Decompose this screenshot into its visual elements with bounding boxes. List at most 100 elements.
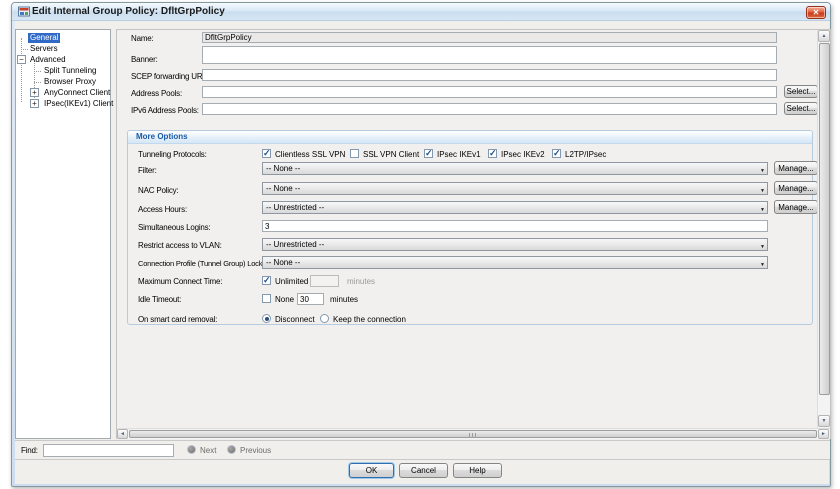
scroll-down-button[interactable]: ▼ xyxy=(818,415,830,427)
check-icon: ✓ xyxy=(553,148,561,158)
checkbox-ipsec-ikev2[interactable]: ✓ xyxy=(488,148,497,158)
find-previous-button[interactable]: Previous xyxy=(240,446,271,455)
previous-icon[interactable] xyxy=(227,445,236,454)
find-input[interactable] xyxy=(43,444,174,457)
banner-field[interactable] xyxy=(202,46,777,64)
tree-item-advanced[interactable]: Advanced xyxy=(28,55,68,65)
vertical-scroll-thumb[interactable] xyxy=(819,43,830,395)
idle-timeout-label: Idle Timeout: xyxy=(138,295,182,304)
tree-item-label: Advanced xyxy=(30,55,66,64)
tree-item-servers[interactable]: Servers xyxy=(28,44,60,54)
max-connect-time-field[interactable] xyxy=(310,275,339,287)
check-icon: ✓ xyxy=(263,148,271,158)
next-icon[interactable] xyxy=(187,445,196,454)
tree-item-label: Servers xyxy=(30,44,58,53)
checkbox-label: IPsec IKEv2 xyxy=(501,150,545,159)
expand-icon[interactable]: + xyxy=(30,88,39,97)
restrict-vlan-label: Restrict access to VLAN: xyxy=(138,241,222,250)
filter-dropdown[interactable]: -- None -- ▼ xyxy=(262,162,768,175)
simultaneous-logins-label: Simultaneous Logins: xyxy=(138,223,211,232)
scroll-up-icon: ▲ xyxy=(821,33,827,39)
access-hours-value: -- Unrestricted -- xyxy=(266,203,325,212)
nac-policy-dropdown[interactable]: -- None -- ▼ xyxy=(262,182,768,195)
access-hours-label: Access Hours: xyxy=(138,205,187,214)
horizontal-scrollbar[interactable]: ◄ ► xyxy=(117,428,830,439)
none-checkbox-label: None xyxy=(275,295,295,304)
scroll-down-icon: ▼ xyxy=(821,418,827,424)
help-button[interactable]: Help xyxy=(453,463,502,478)
tree-item-ipsec-ikev1-client[interactable]: IPsec(IKEv1) Client xyxy=(42,99,115,109)
settings-panel: Name: Banner: SCEP forwarding URL: Addre… xyxy=(116,29,831,439)
restrict-vlan-value: -- Unrestricted -- xyxy=(266,240,325,249)
horizontal-scroll-thumb[interactable] xyxy=(129,430,817,438)
find-label: Find: xyxy=(21,446,38,455)
tree-connector-line xyxy=(34,82,41,83)
radio-keep-connection[interactable] xyxy=(320,314,329,323)
checkbox-label: IPsec IKEv1 xyxy=(437,150,481,159)
tree-item-anyconnect-client[interactable]: AnyConnect Client xyxy=(42,88,112,98)
idle-timeout-field[interactable] xyxy=(297,293,324,305)
ok-button[interactable]: OK xyxy=(349,463,394,478)
tree-item-general[interactable]: General xyxy=(28,33,61,43)
radio-label: Disconnect xyxy=(275,315,315,324)
scep-url-field[interactable] xyxy=(202,69,777,81)
chevron-down-icon: ▼ xyxy=(760,244,765,250)
filter-value: -- None -- xyxy=(266,164,301,173)
tree-connector-line xyxy=(21,49,28,50)
radio-disconnect[interactable] xyxy=(262,314,271,323)
tree-item-label: AnyConnect Client xyxy=(44,88,111,97)
tree-item-split-tunneling[interactable]: Split Tunneling xyxy=(42,66,98,76)
ipv6-pools-field[interactable] xyxy=(202,103,777,115)
checkbox-clientless-ssl-vpn[interactable]: ✓ xyxy=(262,148,271,158)
access-hours-dropdown[interactable]: -- Unrestricted -- ▼ xyxy=(262,201,768,214)
dialog-body: General Servers − Advanced Split Tunneli… xyxy=(15,21,831,484)
tunnel-group-lock-value: -- None -- xyxy=(266,258,301,267)
unlimited-checkbox-label: Unlimited xyxy=(275,277,309,286)
smart-card-removal-label: On smart card removal: xyxy=(138,315,218,324)
title-bar: Edit Internal Group Policy: DfltGrpPolic… xyxy=(12,3,830,21)
check-icon: ✓ xyxy=(263,275,271,285)
checkbox-l2tp-ipsec[interactable]: ✓ xyxy=(552,148,561,158)
collapse-icon[interactable]: − xyxy=(17,55,26,64)
max-connect-time-label: Maximum Connect Time: xyxy=(138,277,223,286)
tunnel-group-lock-label: Connection Profile (Tunnel Group) Lock: xyxy=(138,259,265,268)
tree-item-label: IPsec(IKEv1) Client xyxy=(44,99,114,108)
access-hours-manage-button[interactable]: Manage... xyxy=(774,200,818,214)
expand-icon[interactable]: + xyxy=(30,99,39,108)
address-pools-select-button[interactable]: Select... xyxy=(784,85,818,98)
checkbox-ipsec-ikev1[interactable]: ✓ xyxy=(424,148,433,158)
tree-item-browser-proxy[interactable]: Browser Proxy xyxy=(42,77,98,87)
check-icon: ✓ xyxy=(489,148,497,158)
chevron-down-icon: ▼ xyxy=(760,188,765,194)
scroll-right-icon: ► xyxy=(821,431,826,437)
name-field[interactable] xyxy=(202,32,777,43)
more-options-title: More Options xyxy=(136,132,188,141)
tunnel-group-lock-dropdown[interactable]: -- None -- ▼ xyxy=(262,256,768,269)
checkbox-label: L2TP/IPsec xyxy=(565,150,607,159)
scroll-up-button[interactable]: ▲ xyxy=(818,30,830,42)
tunneling-protocols-label: Tunneling Protocols: xyxy=(138,150,207,159)
scroll-right-button[interactable]: ► xyxy=(818,429,829,439)
nac-policy-manage-button[interactable]: Manage... xyxy=(774,181,818,195)
more-options-header[interactable]: More Options xyxy=(128,131,812,144)
cancel-button[interactable]: Cancel xyxy=(399,463,448,478)
checkbox-none[interactable] xyxy=(262,294,271,303)
tree-item-label: Browser Proxy xyxy=(44,77,97,86)
ipv6-pools-select-button[interactable]: Select... xyxy=(784,102,818,115)
simultaneous-logins-field[interactable] xyxy=(262,220,768,232)
restrict-vlan-dropdown[interactable]: -- Unrestricted -- ▼ xyxy=(262,238,768,251)
find-next-button[interactable]: Next xyxy=(200,446,216,455)
app-icon xyxy=(18,6,30,17)
checkbox-label: Clientless SSL VPN xyxy=(275,150,346,159)
filter-manage-button[interactable]: Manage... xyxy=(774,161,818,175)
checkbox-ssl-vpn-client[interactable] xyxy=(350,149,359,158)
checkbox-unlimited[interactable]: ✓ xyxy=(262,275,271,285)
tree-item-label: Split Tunneling xyxy=(44,66,97,75)
address-pools-field[interactable] xyxy=(202,86,777,98)
scroll-left-button[interactable]: ◄ xyxy=(117,429,128,439)
close-button[interactable]: ✕ xyxy=(806,6,826,19)
idle-timeout-minutes-label: minutes xyxy=(330,295,359,304)
vertical-scrollbar[interactable]: ▲ ▼ xyxy=(817,30,830,428)
tree-connector-line xyxy=(34,71,41,72)
scep-url-label: SCEP forwarding URL: xyxy=(131,72,209,81)
